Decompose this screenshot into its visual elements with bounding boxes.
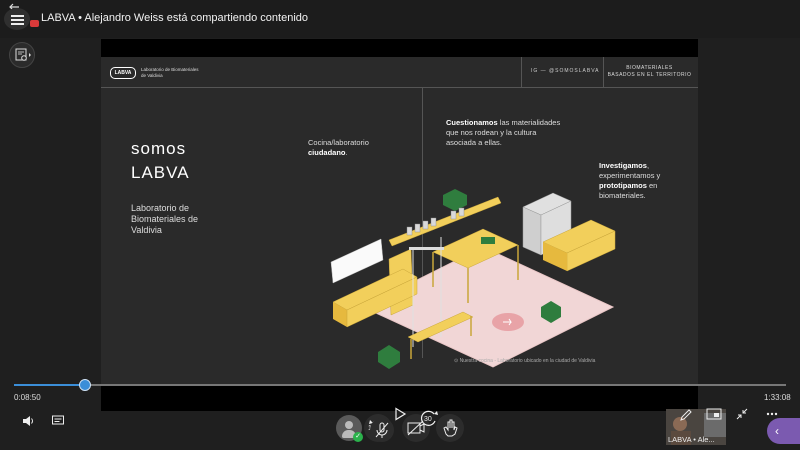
lab-illustration — [330, 189, 616, 369]
presentation-tools-button[interactable] — [9, 42, 35, 68]
window-title: LABVA • Alejandro Weiss está compartiend… — [41, 12, 308, 24]
chat-icon — [52, 415, 64, 425]
elapsed-time: 0:08:50 — [14, 393, 41, 402]
seek-progress — [14, 384, 85, 386]
speaker-icon — [23, 416, 33, 426]
cocina-text: Cocina/laboratorio ciudadano. — [308, 138, 369, 157]
seek-track[interactable] — [14, 384, 786, 386]
plant-icon — [378, 345, 400, 369]
volume-button[interactable] — [16, 412, 40, 436]
status-check-icon: ✓ — [353, 432, 363, 442]
annotate-button[interactable] — [674, 406, 698, 430]
pencil-icon — [680, 409, 692, 421]
hamburger-icon — [11, 15, 24, 17]
labva-logo: LABVA — [110, 67, 136, 79]
illustration-caption: ⊙ Nuestra cocina - Laboratorio ubicado e… — [454, 358, 596, 364]
captions-button[interactable] — [46, 412, 70, 436]
chevron-left-icon: ‹ — [775, 424, 779, 438]
screen-share-icon — [706, 408, 722, 420]
menu-button[interactable] — [4, 8, 30, 30]
slide-heading: somos LABVA — [131, 139, 190, 182]
cuestionamos-text: Cuestionamos las materialidades que nos … — [446, 118, 561, 147]
forward-seconds: 30 — [424, 416, 432, 423]
instagram-handle: IG — @SOMOSLABVA — [531, 68, 600, 74]
recording-icon — [30, 20, 39, 27]
picture-in-picture-button[interactable] — [702, 405, 726, 429]
exit-fullscreen-button[interactable] — [730, 405, 754, 429]
plant-icon — [443, 189, 467, 211]
total-duration: 1:33:08 — [764, 393, 791, 402]
slide-subtitle: Laboratorio de Biomateriales de Valdivia — [131, 203, 199, 235]
header-tagline: BIOMATERIALES BASADOS EN EL TERRITORIO — [607, 65, 692, 78]
slides-search-icon — [15, 48, 31, 61]
hand-icon — [443, 419, 458, 437]
shared-slide: LABVA Laboratorio de Biomateriales de Va… — [101, 57, 698, 384]
logo-caption: Laboratorio de Biomateriales de Valdivia — [141, 67, 199, 78]
collapse-icon — [736, 408, 748, 420]
open-panel-button[interactable]: ‹ — [767, 418, 800, 444]
raise-hand-button[interactable] — [436, 414, 464, 442]
seek-handle[interactable] — [79, 379, 91, 391]
participant-label: LABVA • Ale... — [668, 435, 715, 444]
